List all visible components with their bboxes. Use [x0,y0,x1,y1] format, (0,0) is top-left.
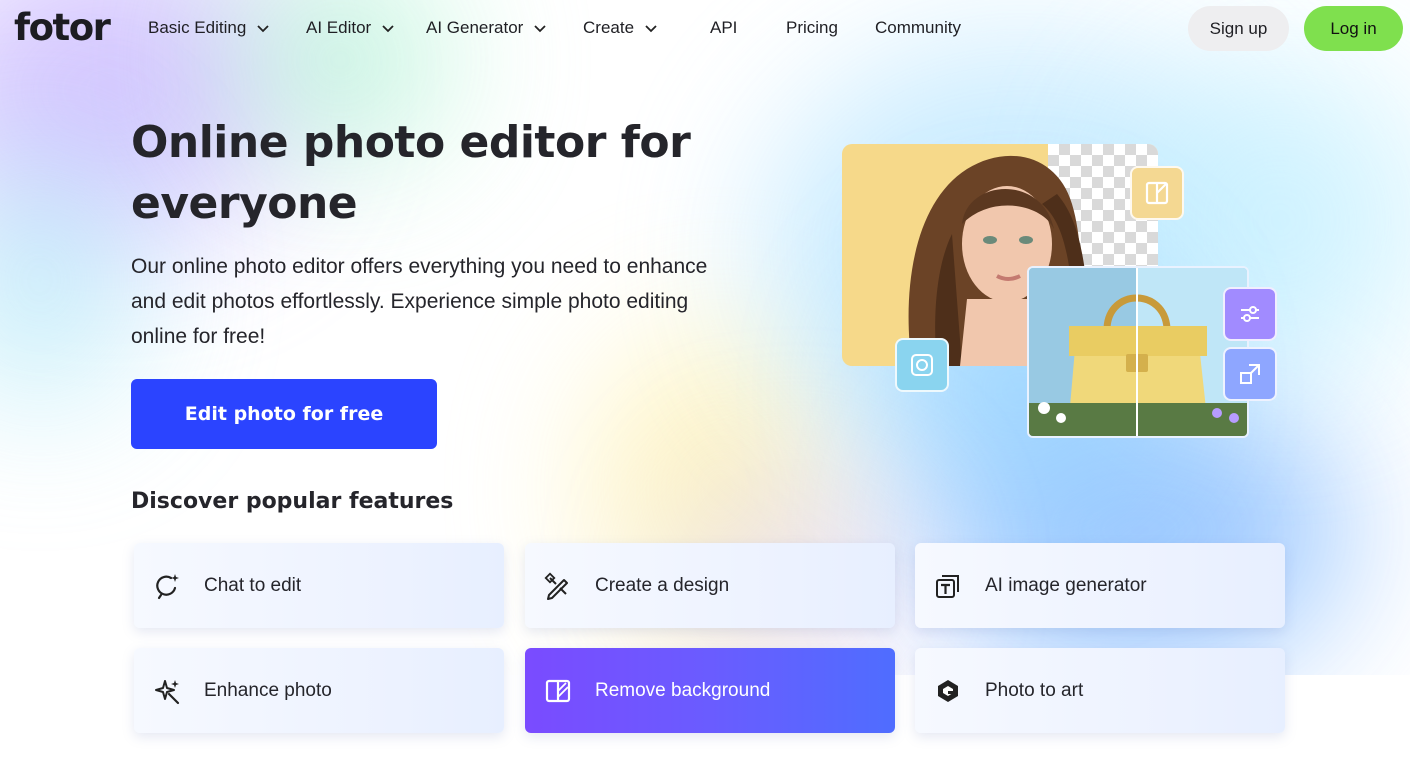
top-navigation-bar: fotor Basic Editing AI Editor AI Generat… [0,0,1410,56]
edit-photo-free-button[interactable]: Edit photo for free [131,379,437,449]
nav-create[interactable]: Create [583,17,658,39]
nav-label: Pricing [786,18,838,37]
nav-ai-editor[interactable]: AI Editor [306,17,395,39]
feature-label: Remove background [595,679,771,701]
nav-label: AI Editor [306,18,372,37]
remove-background-icon [543,676,573,706]
nav-api[interactable]: API [710,17,737,39]
chat-sparkle-icon [152,571,182,601]
nav-ai-generator[interactable]: AI Generator [426,17,547,39]
hero-illustration [840,140,1290,440]
refresh-face-icon [911,354,933,376]
feature-card-chat-to-edit[interactable]: Chat to edit [134,543,504,628]
nav-label: AI Generator [426,18,524,37]
feature-card-enhance-photo[interactable]: Enhance photo [134,648,504,733]
fotor-logo[interactable]: fotor [14,6,111,49]
hero-title: Online photo editor for everyone [131,117,691,229]
nav-label: Create [583,18,635,37]
chevron-down-icon [257,25,269,33]
enhance-tile [895,338,949,392]
sign-up-button[interactable]: Sign up [1188,6,1289,51]
feature-label: AI image generator [985,574,1147,596]
adjust-tile [1223,287,1277,341]
image-text-icon [933,571,963,601]
art-logo-icon [933,676,963,706]
nav-basic-editing[interactable]: Basic Editing [148,17,270,39]
resize-tile [1223,347,1277,401]
hero-description: Our online photo editor offers everythin… [131,255,708,348]
chevron-down-icon [382,25,394,33]
chevron-down-icon [534,25,546,33]
nav-label: Community [875,18,961,37]
feature-label: Enhance photo [204,679,332,701]
nav-pricing[interactable]: Pricing [786,17,838,39]
feature-label: Chat to edit [204,574,302,596]
nav-label: Basic Editing [148,18,247,37]
feature-card-ai-image-generator[interactable]: AI image generator [915,543,1285,628]
nav-label: API [710,18,738,37]
chevron-down-icon [645,25,657,33]
enhance-sparkle-icon [152,676,182,706]
remove-background-icon [1145,181,1169,205]
handbag-photo [1027,266,1249,438]
handbag-illustration [1029,268,1247,436]
feature-card-create-a-design[interactable]: Create a design [525,543,895,628]
features-heading: Discover popular features [131,489,454,514]
log-in-button[interactable]: Log in [1304,6,1403,51]
nav-community[interactable]: Community [875,17,961,39]
resize-icon [1240,364,1260,384]
sliders-icon [1241,306,1259,322]
feature-label: Photo to art [985,679,1084,701]
remove-background-tile [1130,166,1184,220]
feature-card-remove-background[interactable]: Remove background [525,648,895,733]
design-tools-icon [543,571,573,601]
feature-card-photo-to-art[interactable]: Photo to art [915,648,1285,733]
feature-label: Create a design [595,574,730,596]
